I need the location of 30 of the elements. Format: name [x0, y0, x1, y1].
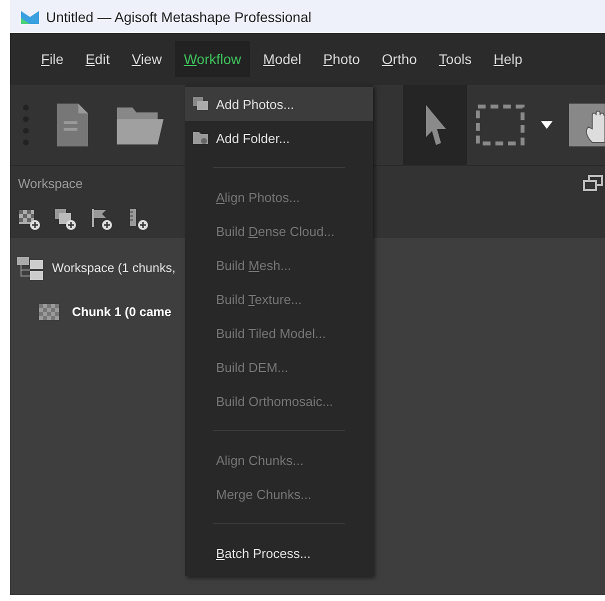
add-photos-icon [54, 208, 76, 230]
add-chunk-icon [18, 208, 40, 230]
menu-item[interactable]: Batch Process... [185, 536, 373, 570]
chunk-icon [38, 303, 60, 321]
menu-item[interactable]: Add Folder... [185, 121, 373, 155]
photos-icon [193, 97, 208, 110]
rectangle-selection-icon [475, 103, 526, 147]
app-logo-icon [20, 8, 40, 24]
tree-item[interactable]: Chunk 1 (0 came [72, 305, 172, 319]
restore-window-icon [583, 175, 605, 191]
menu-item[interactable]: Workflow [174, 41, 250, 77]
tree-item[interactable]: Workspace (1 chunks, [52, 261, 176, 275]
workspace-tree-icon [16, 256, 44, 280]
menu-item[interactable]: Add Photos... [185, 87, 373, 121]
hand-tool-icon [569, 103, 605, 147]
add-marker-icon [90, 208, 112, 230]
menu-item[interactable]: Photo [314, 41, 369, 77]
menu-item[interactable]: Tools [430, 41, 481, 77]
menu-item[interactable]: Edit [76, 41, 119, 77]
menu-item[interactable]: Ortho [372, 41, 426, 77]
menu-item[interactable]: Help [484, 41, 532, 77]
panel-title: Workspace [18, 176, 83, 190]
window-title: Untitled — Agisoft Metashape Professional [46, 8, 312, 24]
menu-item[interactable]: Model [254, 41, 310, 77]
pointer-tool-button[interactable] [403, 85, 468, 165]
menu-item[interactable]: View [122, 41, 171, 77]
new-document-icon [54, 101, 90, 149]
caret-icon [540, 120, 554, 130]
folder-icon [193, 131, 208, 144]
menu-item[interactable]: File [32, 41, 73, 77]
